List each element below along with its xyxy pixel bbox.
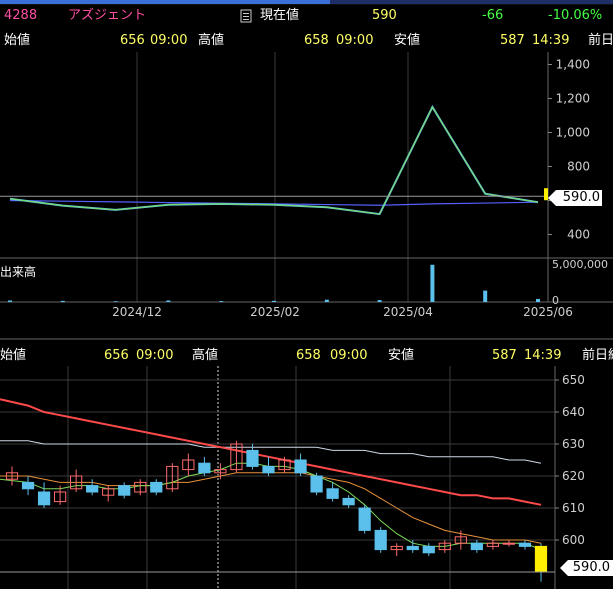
y-tick-label: 800 bbox=[567, 160, 590, 174]
volume-label: 出来高 bbox=[0, 265, 37, 279]
volume-bar bbox=[272, 300, 276, 302]
high-value-2: 658 bbox=[296, 348, 321, 363]
volume-bar bbox=[60, 300, 65, 302]
x-tick-label: 2024/12 bbox=[112, 305, 162, 319]
candle-body bbox=[534, 545, 548, 573]
current-price-tag: 590.0 bbox=[548, 190, 602, 206]
current-price-tag-2: 590.0 bbox=[560, 560, 613, 576]
list-icon[interactable] bbox=[240, 8, 252, 23]
pane-divider[interactable] bbox=[0, 338, 613, 340]
candle-body bbox=[358, 507, 371, 531]
high-value: 658 bbox=[304, 33, 329, 48]
low-label: 安値 bbox=[394, 33, 421, 48]
candle-body bbox=[374, 529, 387, 551]
short-term-candle-chart[interactable]: 650 640 630 620 610 600 bbox=[0, 366, 613, 589]
volume-bar bbox=[430, 264, 435, 302]
x-tick-label: 2025/04 bbox=[383, 305, 433, 319]
volume-bar bbox=[8, 300, 12, 302]
y-tick-label: 400 bbox=[567, 228, 590, 242]
volume-bar bbox=[483, 290, 488, 302]
candle-body bbox=[21, 481, 35, 490]
volume-bar bbox=[219, 301, 224, 302]
candle-body bbox=[37, 491, 51, 506]
prev-close-label: 前日 bbox=[588, 33, 613, 48]
volume-tick-label: 5,000,000 bbox=[552, 258, 608, 271]
candle-body bbox=[246, 449, 259, 467]
stock-code: 4288 bbox=[4, 8, 38, 23]
low-value-2: 587 bbox=[492, 348, 517, 363]
open-label: 始値 bbox=[4, 33, 31, 48]
current-price-label: 現在値 bbox=[260, 8, 300, 23]
top-accent-bar bbox=[0, 0, 613, 5]
y-tick-label: 650 bbox=[562, 373, 585, 387]
y-tick-label: 610 bbox=[562, 501, 585, 515]
current-price-value: 590 bbox=[372, 8, 397, 23]
low-label-2: 安値 bbox=[388, 348, 415, 363]
change-value: -66 bbox=[482, 8, 504, 23]
candle-body bbox=[326, 488, 339, 499]
prev-close-label-2: 前日終 bbox=[582, 348, 613, 363]
change-percent: -10.06% bbox=[548, 8, 603, 23]
y-tick-label: 1,200 bbox=[556, 92, 590, 106]
y-tick-label: 600 bbox=[562, 533, 585, 547]
high-time: 09:00 bbox=[336, 33, 374, 48]
candle-body bbox=[342, 497, 355, 506]
candle-body bbox=[118, 485, 131, 496]
long-term-price-chart[interactable]: 1,4001,2001,000800600400 5,000,0000 2024… bbox=[0, 52, 613, 320]
candle-body bbox=[262, 465, 275, 474]
volume-bar bbox=[536, 298, 540, 302]
candle-body bbox=[470, 542, 483, 551]
y-tick-label: 620 bbox=[562, 469, 585, 483]
volume-bar bbox=[166, 300, 171, 302]
candle-body bbox=[310, 475, 323, 493]
y-tick-label: 1,000 bbox=[556, 126, 590, 140]
price-line bbox=[9, 104, 539, 216]
y-tick-label: 630 bbox=[562, 437, 585, 451]
candle-body bbox=[86, 485, 99, 493]
candle-body bbox=[502, 542, 516, 545]
candle-body bbox=[150, 481, 163, 493]
volume-bar bbox=[113, 301, 118, 302]
candle-body bbox=[406, 545, 419, 551]
candle-body bbox=[518, 542, 532, 547]
high-label-2: 高値 bbox=[192, 348, 219, 363]
candle-body bbox=[294, 459, 307, 474]
candle-body bbox=[422, 545, 435, 554]
y-tick-label: 1,400 bbox=[556, 58, 590, 72]
high-time-2: 09:00 bbox=[330, 348, 368, 363]
x-tick-label: 2025/06 bbox=[523, 305, 573, 319]
low-time: 14:39 bbox=[532, 33, 570, 48]
volume-bar bbox=[324, 299, 329, 302]
low-value: 587 bbox=[500, 33, 525, 48]
open-time: 09:00 bbox=[150, 33, 188, 48]
candle-body bbox=[198, 462, 211, 474]
high-label: 高値 bbox=[198, 33, 225, 48]
open-label-2: 始値 bbox=[0, 348, 27, 363]
x-tick-label: 2025/02 bbox=[250, 305, 300, 319]
last-candle-marker bbox=[544, 188, 548, 201]
ma-short-line bbox=[9, 105, 539, 215]
stock-name: アズジェント bbox=[68, 8, 147, 23]
open-value: 656 bbox=[120, 33, 145, 48]
y-tick-label: 640 bbox=[562, 405, 585, 419]
open-time-2: 09:00 bbox=[136, 348, 174, 363]
open-value-2: 656 bbox=[104, 348, 129, 363]
volume-bar bbox=[377, 300, 382, 302]
low-time-2: 14:39 bbox=[524, 348, 562, 363]
